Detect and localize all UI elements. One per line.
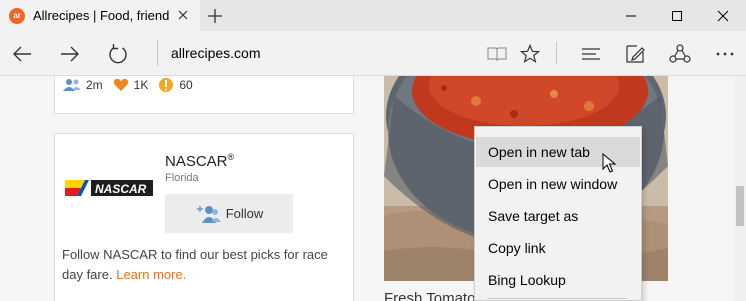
toolbar-divider xyxy=(556,42,557,64)
forward-icon xyxy=(61,46,79,62)
badge-icon xyxy=(159,78,174,92)
mouse-cursor-icon xyxy=(602,153,616,173)
title-bar: ar Allrecipes | Food, friend xyxy=(0,0,746,31)
back-button[interactable] xyxy=(10,42,34,66)
tab-title: Allrecipes | Food, friend xyxy=(33,8,170,23)
brand-card: NASCAR NASCAR® Florida Follow Follow NAS… xyxy=(54,133,354,301)
allrecipes-logo-icon: ar xyxy=(9,7,25,24)
badge-count: 60 xyxy=(179,78,193,92)
brand-location: Florida xyxy=(165,172,199,184)
context-menu: Open in new tab Open in new window Save … xyxy=(474,126,642,301)
favorites-star-icon xyxy=(520,44,540,64)
browser-tab[interactable]: ar Allrecipes | Food, friend xyxy=(0,0,200,31)
nascar-logo[interactable]: NASCAR xyxy=(65,176,155,200)
svg-text:NASCAR: NASCAR xyxy=(95,182,147,196)
follow-label: Follow xyxy=(225,206,264,221)
favorites-button[interactable] xyxy=(518,42,542,66)
share-button[interactable] xyxy=(668,42,692,66)
address-divider xyxy=(157,40,158,66)
close-window-button[interactable] xyxy=(700,0,746,31)
close-icon xyxy=(717,10,729,21)
reading-view-icon xyxy=(487,47,507,62)
hub-button[interactable] xyxy=(579,42,603,66)
tab-close-icon[interactable] xyxy=(176,8,190,22)
recipe-caption[interactable]: Fresh Tomato xyxy=(384,290,475,301)
new-tab-icon[interactable] xyxy=(206,7,224,25)
minimize-button[interactable] xyxy=(608,0,654,31)
forward-button[interactable] xyxy=(58,42,82,66)
likes-stat: 1K xyxy=(113,78,149,92)
scrollbar-thumb[interactable] xyxy=(736,186,744,226)
address-bar[interactable]: allrecipes.com xyxy=(171,45,260,61)
followers-stat: 2m xyxy=(63,78,103,92)
back-icon xyxy=(13,46,31,62)
hub-icon xyxy=(582,48,600,60)
web-note-icon xyxy=(626,45,645,63)
menu-separator xyxy=(487,298,627,299)
likes-count: 1K xyxy=(133,78,149,92)
user-stats: 2m 1K 60 xyxy=(63,77,203,93)
web-note-button[interactable] xyxy=(623,42,647,66)
badge-stat: 60 xyxy=(158,77,193,93)
brand-name[interactable]: NASCAR® xyxy=(165,152,234,170)
follow-user-icon xyxy=(196,205,221,223)
maximize-button[interactable] xyxy=(654,0,700,31)
refresh-button[interactable] xyxy=(106,42,130,66)
menu-item-copy-link[interactable]: Copy link xyxy=(476,233,640,263)
maximize-icon xyxy=(672,10,682,21)
menu-item-open-new-window[interactable]: Open in new window xyxy=(476,169,640,199)
user-card: 2m 1K 60 xyxy=(54,76,354,114)
minimize-icon xyxy=(626,15,636,16)
more-button[interactable] xyxy=(713,42,737,66)
menu-item-bing-lookup[interactable]: Bing Lookup xyxy=(476,265,640,295)
followers-icon xyxy=(63,79,81,91)
learn-more-link[interactable]: Learn more. xyxy=(116,267,186,282)
follow-button[interactable]: Follow xyxy=(165,194,293,233)
heart-icon xyxy=(113,78,128,91)
reading-view-button[interactable] xyxy=(485,42,509,66)
brand-description: Follow NASCAR to find our best picks for… xyxy=(62,247,328,282)
followers-count: 2m xyxy=(86,78,103,92)
navigation-bar: allrecipes.com xyxy=(0,31,746,76)
refresh-icon xyxy=(109,44,127,64)
more-icon xyxy=(716,52,734,56)
share-icon xyxy=(669,44,691,63)
menu-item-save-target-as[interactable]: Save target as xyxy=(476,201,640,231)
